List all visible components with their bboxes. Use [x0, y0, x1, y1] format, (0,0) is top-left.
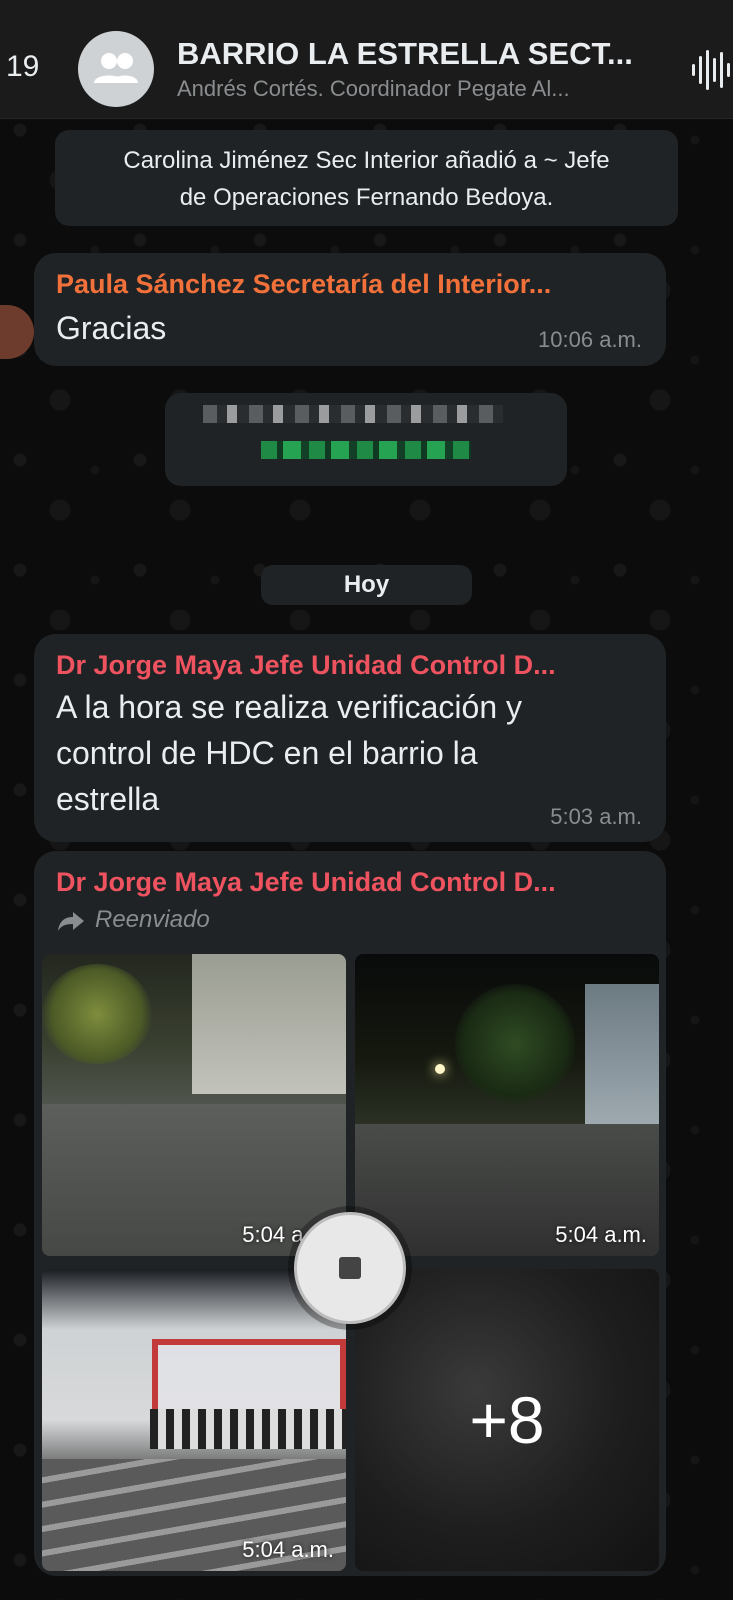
system-message-line2: de Operaciones Fernando Bedoya.: [179, 184, 554, 211]
message-sender[interactable]: Dr Jorge Maya Jefe Unidad Control D...: [56, 867, 556, 898]
more-photos-count: +8: [469, 1383, 545, 1457]
waveform-icon[interactable]: [690, 48, 730, 92]
pixelated-text: [261, 441, 471, 459]
message-time: 5:03 a.m.: [550, 804, 642, 829]
pixelated-text: [203, 405, 503, 423]
chat-header: 19 BARRIO LA ESTRELLA SECT... Andrés Cor…: [0, 0, 733, 119]
photo-wall: [192, 954, 346, 1094]
stop-recording-button[interactable]: [294, 1212, 406, 1324]
photo-tree: [455, 984, 575, 1104]
message-bubble[interactable]: Dr Jorge Maya Jefe Unidad Control D... A…: [34, 634, 666, 842]
message-time: 10:06 a.m.: [538, 327, 642, 352]
date-divider: Hoy: [261, 565, 472, 605]
message-sender[interactable]: Dr Jorge Maya Jefe Unidad Control D...: [56, 650, 556, 681]
album-photo[interactable]: 5:04 a.m.: [355, 954, 659, 1256]
stop-icon: [339, 1257, 361, 1279]
photo-tree: [42, 964, 152, 1064]
system-message-line1: Carolina Jiménez Sec Interior añadió a ~…: [123, 147, 610, 174]
message-text-line: estrella: [56, 781, 160, 817]
album-photo[interactable]: 5:04 a.m.: [42, 1269, 346, 1571]
system-message: Carolina Jiménez Sec Interior añadió a ~…: [55, 130, 678, 226]
message-text-line: A la hora se realiza verificación y: [56, 689, 522, 725]
back-button-unread-count[interactable]: 19: [6, 50, 39, 84]
forward-arrow-icon: [58, 912, 84, 931]
album-photo[interactable]: 5:04 a.m.: [42, 954, 346, 1256]
album-more-photos[interactable]: +8: [355, 1269, 659, 1571]
group-avatar[interactable]: [78, 31, 154, 107]
photo-building: [585, 984, 659, 1144]
message-bubble[interactable]: Paula Sánchez Secretaría del Interior...…: [34, 253, 666, 366]
message-text: A la hora se realiza verificación y cont…: [56, 684, 522, 822]
pixelated-message: [165, 393, 567, 486]
photo-fence: [150, 1409, 346, 1449]
chat-title[interactable]: BARRIO LA ESTRELLA SECT...: [177, 36, 657, 72]
message-text: Gracias: [56, 310, 167, 346]
photo-streetlight: [435, 1064, 445, 1074]
message-text-line: control de HDC en el barrio la: [56, 735, 478, 771]
forwarded-label: Reenviado: [95, 906, 210, 933]
photo-time: 5:04 a.m.: [242, 1537, 334, 1562]
group-icon: [94, 53, 138, 83]
photo-time: 5:04 a.m.: [555, 1222, 647, 1247]
chat-subtitle[interactable]: Andrés Cortés. Coordinador Pegate Al...: [177, 76, 657, 102]
message-sender[interactable]: Paula Sánchez Secretaría del Interior...: [56, 269, 551, 300]
